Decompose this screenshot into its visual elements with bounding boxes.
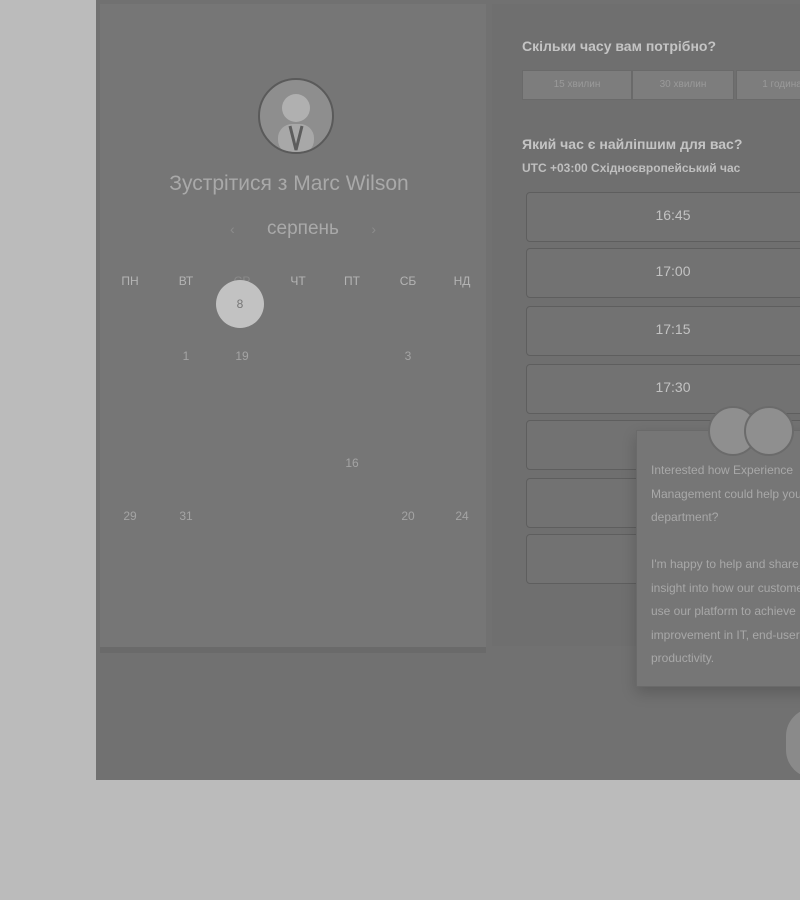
time-slot[interactable]: 17:30 [526, 364, 800, 414]
duration-title: Скільки часу вам потрібно? [522, 38, 717, 54]
weekday-mon: ПН [121, 274, 139, 288]
calendar-day[interactable]: 3 [388, 336, 428, 376]
timezone-label[interactable]: UTC +03:00 Східноєвропейський час [522, 161, 740, 175]
calendar-day[interactable]: 31 [166, 496, 206, 536]
time-slot[interactable]: 17:15 [526, 306, 800, 356]
duration-60[interactable]: 1 година [736, 70, 800, 100]
calendar-day[interactable]: 19 [222, 336, 262, 376]
calendar-day[interactable]: 16 [332, 443, 372, 483]
chevron-right-icon[interactable]: › [371, 221, 376, 237]
time-title: Який час є найліпшим для вас? [522, 136, 743, 152]
weekday-thu: ЧТ [290, 274, 306, 288]
chat-message-2: I'm happy to help and share insight into… [651, 557, 800, 665]
time-slot[interactable]: 17:00 [526, 248, 800, 298]
time-slot-label: 16:45 [655, 207, 691, 223]
calendar-day[interactable]: 24 [442, 496, 482, 536]
calendar-day[interactable]: 20 [388, 496, 428, 536]
month-navigator: ‹ серпень › [230, 216, 376, 242]
duration-15[interactable]: 15 хвилин [522, 70, 632, 100]
time-slot[interactable]: 16:45 [526, 192, 800, 242]
calendar-day[interactable]: 29 [110, 496, 150, 536]
duration-30[interactable]: 30 хвилин [632, 70, 734, 100]
weekday-sat: СБ [399, 274, 417, 288]
chat-agent-avatar [744, 406, 794, 456]
chat-message-1: Interested how Experience Management cou… [651, 463, 800, 524]
time-slot-label: 17:30 [655, 379, 691, 395]
host-avatar [258, 78, 334, 154]
weekday-sun: НД [453, 274, 471, 288]
month-label: серпень [267, 218, 339, 239]
page-title: Зустрітися з Marc Wilson [169, 172, 409, 195]
weekday-fri: ПТ [344, 274, 360, 288]
chat-popup[interactable]: Interested how Experience Management cou… [636, 430, 800, 687]
weekday-tue: ВТ [178, 274, 194, 288]
time-slot-label: 17:15 [655, 321, 691, 337]
time-slot-label: 17:00 [655, 263, 691, 279]
calendar-day-selected[interactable]: 8 [216, 280, 264, 328]
chevron-left-icon[interactable]: ‹ [230, 221, 235, 237]
calendar-day[interactable]: 1 [166, 336, 206, 376]
